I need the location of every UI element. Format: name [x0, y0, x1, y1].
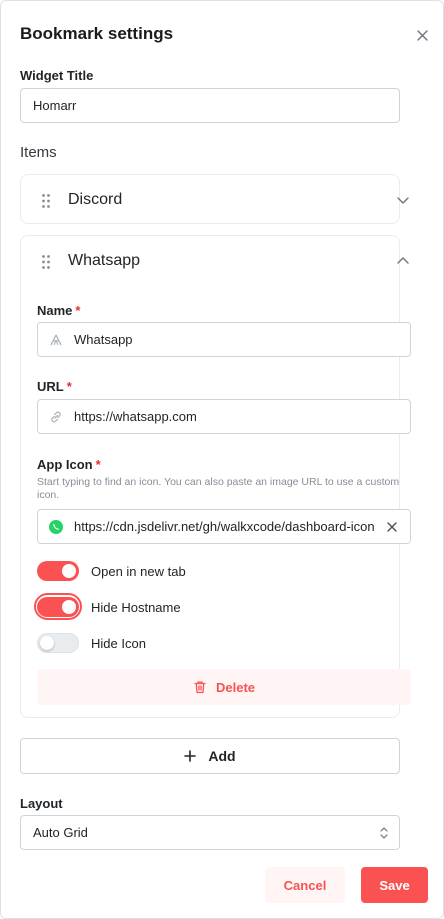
url-value: https://whatsapp.com — [74, 409, 197, 424]
trash-icon — [194, 681, 206, 694]
app-icon-label: App Icon * — [37, 457, 101, 472]
hide-hostname-label: Hide Hostname — [91, 600, 181, 615]
item-name-discord: Discord — [68, 191, 123, 208]
required-marker: * — [95, 457, 101, 472]
chevron-down-icon[interactable] — [396, 193, 410, 207]
app-icon-input[interactable]: https://cdn.jsdelivr.net/gh/walkxcode/da… — [37, 509, 411, 544]
add-item-button[interactable]: Add — [20, 738, 400, 774]
layout-select[interactable]: Auto Grid — [20, 815, 400, 850]
item-name-whatsapp: Whatsapp — [68, 252, 141, 269]
toggle-knob — [62, 600, 76, 614]
save-button[interactable]: Save — [361, 867, 428, 903]
url-input[interactable]: https://whatsapp.com — [37, 399, 411, 434]
items-section-label: Items — [20, 144, 57, 161]
widget-title-input[interactable]: Homarr — [20, 88, 400, 123]
layout-label: Layout — [20, 796, 63, 811]
required-marker: * — [75, 303, 81, 318]
drag-handle-icon[interactable] — [41, 254, 51, 270]
add-label: Add — [208, 748, 236, 764]
whatsapp-icon — [38, 519, 74, 535]
name-label: Name * — [37, 303, 81, 318]
modal-title: Bookmark settings — [20, 24, 174, 43]
name-value: Whatsapp — [74, 332, 133, 347]
delete-button[interactable]: Delete — [37, 669, 411, 705]
link-icon — [38, 410, 74, 424]
layout-selected-value: Auto Grid — [33, 825, 88, 840]
plus-icon — [184, 750, 197, 762]
toggle-knob — [62, 564, 76, 578]
cancel-button[interactable]: Cancel — [265, 867, 345, 903]
hide-icon-toggle[interactable] — [37, 633, 79, 653]
drag-handle-icon[interactable] — [41, 193, 51, 209]
open-new-tab-toggle[interactable] — [37, 561, 79, 581]
url-label: URL * — [37, 379, 72, 394]
selector-arrows-icon — [380, 827, 388, 839]
widget-title-value: Homarr — [33, 98, 77, 113]
bookmark-settings-modal: Bookmark settings Widget Title Homarr It… — [0, 0, 444, 919]
delete-label: Delete — [215, 679, 256, 695]
app-icon-value: https://cdn.jsdelivr.net/gh/walkxcode/da… — [74, 519, 374, 534]
text-type-icon — [38, 333, 74, 347]
item-card-discord[interactable]: Discord — [20, 174, 409, 224]
widget-title-label: Widget Title — [20, 68, 94, 83]
name-input[interactable]: Whatsapp — [37, 322, 411, 357]
required-marker: * — [66, 379, 72, 394]
hide-hostname-toggle[interactable] — [37, 597, 79, 617]
clear-icon[interactable] — [374, 510, 410, 543]
toggle-knob — [40, 636, 54, 650]
app-icon-hint: Start typing to find an icon. You can al… — [37, 476, 400, 501]
hide-icon-label: Hide Icon — [91, 636, 146, 651]
open-new-tab-label: Open in new tab — [91, 564, 186, 579]
close-icon[interactable] — [412, 25, 432, 45]
chevron-up-icon[interactable] — [396, 254, 410, 268]
